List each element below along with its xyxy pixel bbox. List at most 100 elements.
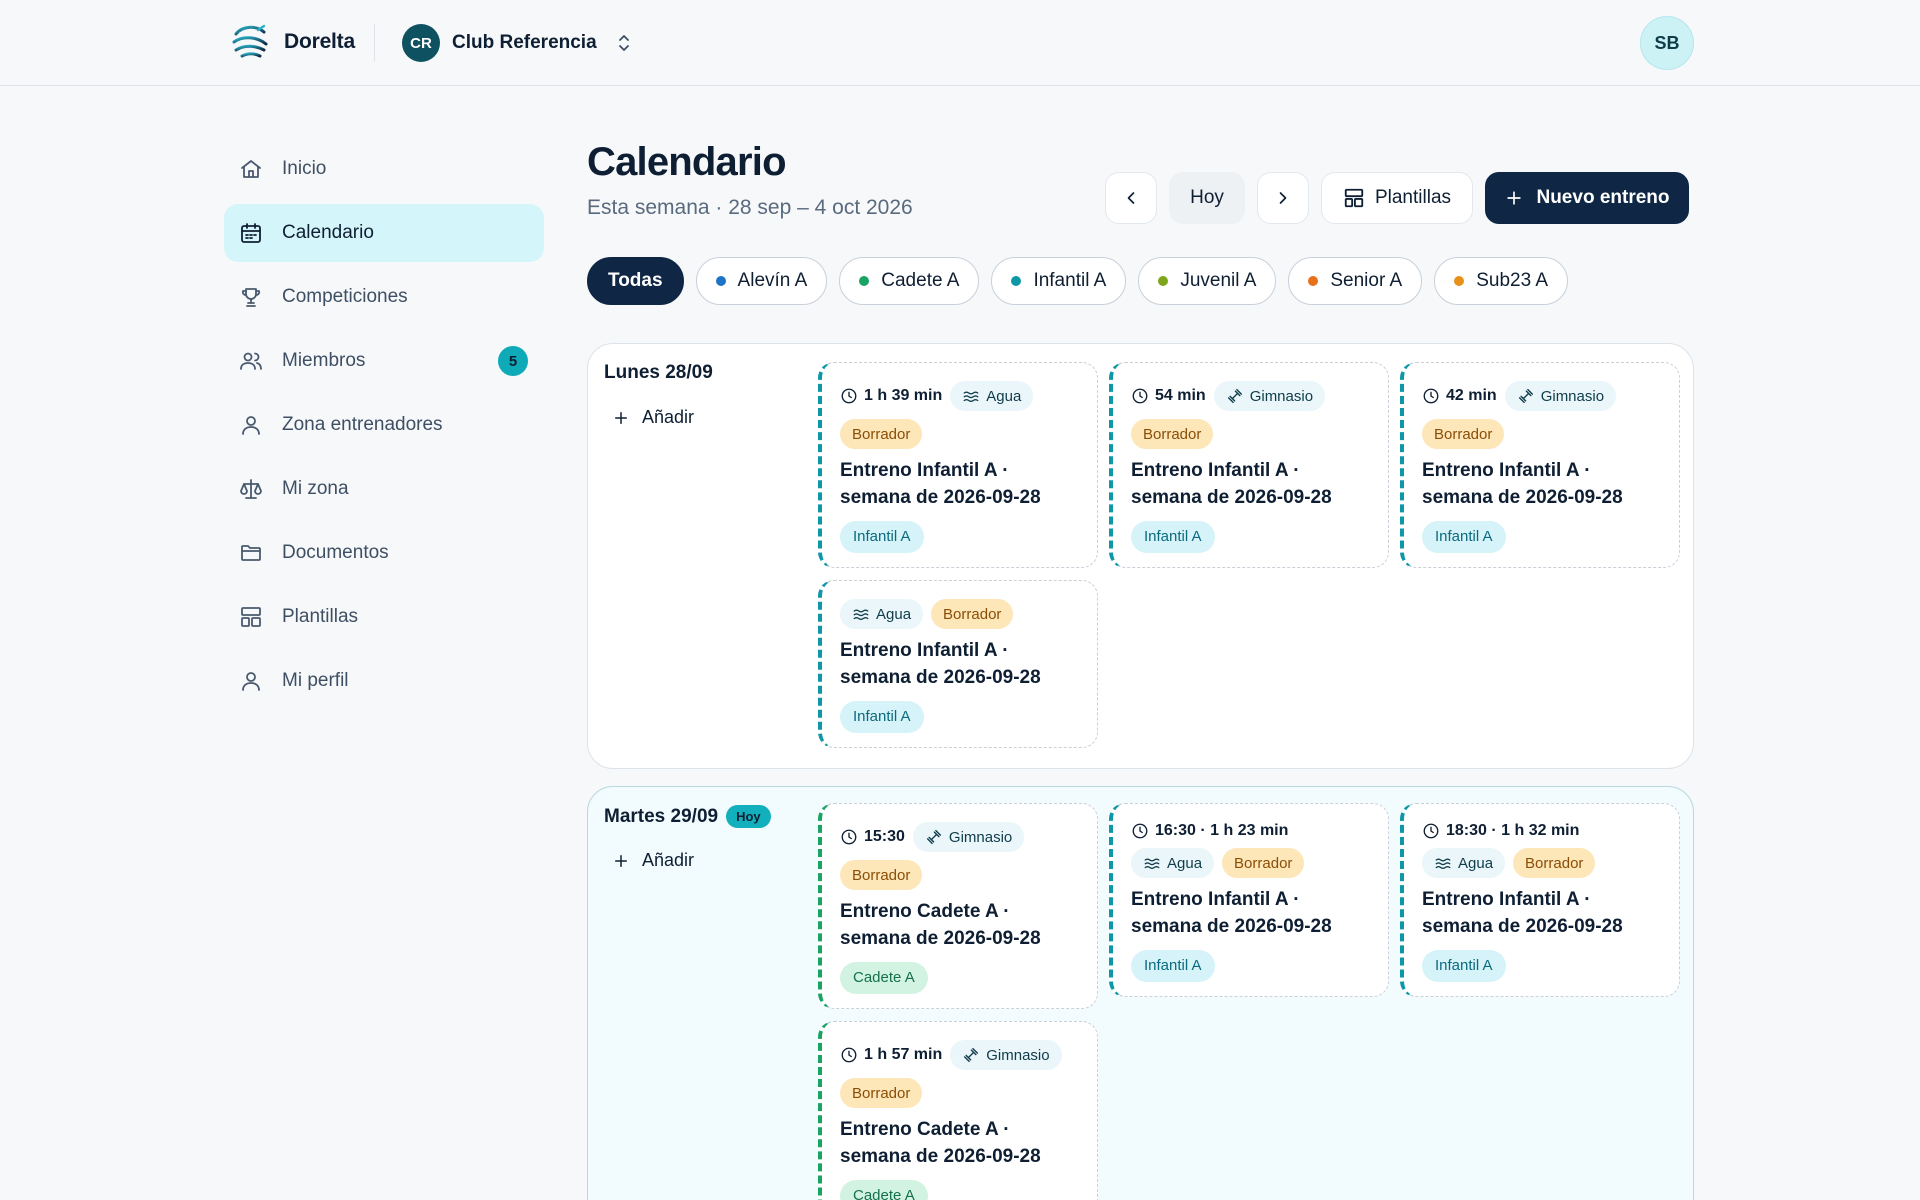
filter-chip-infantil-a[interactable]: Infantil A — [991, 257, 1127, 305]
sidebar-item-label: Miembros — [282, 350, 366, 371]
team-tag: Infantil A — [1131, 950, 1215, 982]
training-card[interactable]: 54 min Gimnasio Borrador Entreno Infanti… — [1109, 362, 1389, 568]
filter-chip-juvenil-a[interactable]: Juvenil A — [1138, 257, 1277, 305]
card-title: Entreno Infantil A · semana de 2026-09-2… — [1422, 460, 1623, 508]
next-week-button[interactable] — [1257, 172, 1309, 224]
sidebar-item-competiciones[interactable]: Competiciones — [224, 268, 544, 326]
templates-button-label: Plantillas — [1374, 187, 1452, 208]
status-badge: Borrador — [840, 419, 923, 449]
time-duration: 16:30 · 1 h 23 min — [1131, 822, 1288, 840]
club-switcher[interactable]: CR Club Referencia — [402, 24, 633, 62]
sidebar-item-inicio[interactable]: Inicio — [224, 140, 544, 198]
status-badge: Borrador — [931, 599, 1014, 629]
filter-chip-todas[interactable]: Todas — [587, 257, 684, 305]
team-tag: Infantil A — [1422, 950, 1506, 982]
filter-chip-senior-a[interactable]: Senior A — [1288, 257, 1423, 305]
today-badge: Hoy — [726, 805, 771, 828]
clock-icon — [840, 1046, 858, 1064]
filter-chip-label: Senior A — [1330, 270, 1403, 291]
chevron-right-icon — [1279, 192, 1287, 204]
clock-icon — [840, 387, 858, 405]
sidebar-item-documentos[interactable]: Documentos — [224, 524, 544, 582]
dumbbell-icon — [925, 828, 943, 846]
coach-icon — [238, 412, 264, 438]
training-card[interactable]: 18:30 · 1 h 32 min Agua Borrador Entreno… — [1400, 803, 1680, 997]
users-icon — [238, 348, 264, 374]
scale-icon — [238, 476, 264, 502]
clock-icon — [1422, 387, 1440, 405]
add-training-button[interactable]: Añadir — [612, 407, 694, 428]
water-icon — [1434, 854, 1452, 872]
start-time: 15:30 — [840, 828, 905, 846]
team-tag: Infantil A — [1422, 521, 1506, 553]
training-card[interactable]: Agua Borrador Entreno Infantil A · seman… — [818, 580, 1098, 748]
team-tag: Infantil A — [1131, 521, 1215, 553]
sidebar-item-plantillas[interactable]: Plantillas — [224, 588, 544, 646]
trophy-icon — [238, 284, 264, 310]
filter-chip-cadete-a[interactable]: Cadete A — [839, 257, 980, 305]
sidebar-item-mi-perfil[interactable]: Mi perfil — [224, 652, 544, 710]
add-training-button[interactable]: Añadir — [612, 850, 694, 871]
day-panel-martes: Martes 29/09 Hoy Añadir 15:30 Gimnasio B… — [587, 786, 1694, 1200]
filter-chip-alevin-a[interactable]: Alevín A — [695, 257, 828, 305]
plus-icon — [615, 854, 627, 867]
sidebar-item-zona-entrenadores[interactable]: Zona entrenadores — [224, 396, 544, 454]
clock-icon — [1131, 387, 1149, 405]
location-pill: Agua — [1422, 848, 1506, 878]
location-pill: Agua — [840, 599, 924, 629]
training-card[interactable]: 1 h 39 min Agua Borrador Entreno Infanti… — [818, 362, 1098, 568]
location-pill: Gimnasio — [1504, 381, 1617, 411]
card-title: Entreno Infantil A · semana de 2026-09-2… — [1131, 460, 1332, 508]
team-tag: Cadete A — [840, 962, 928, 994]
team-color-dot — [1454, 276, 1465, 286]
card-title: Entreno Cadete A · semana de 2026-09-28 — [840, 901, 1041, 949]
brand-logo-icon — [232, 24, 268, 58]
duration: 1 h 39 min — [840, 387, 942, 405]
sidebar-item-mi-zona[interactable]: Mi zona — [224, 460, 544, 518]
sidebar-item-label: Mi perfil — [282, 670, 349, 691]
team-color-dot — [1158, 276, 1169, 286]
members-count-badge: 5 — [498, 346, 528, 376]
sidebar-item-calendario[interactable]: Calendario — [224, 204, 544, 262]
location-pill: Gimnasio — [1213, 381, 1326, 411]
divider — [374, 24, 375, 62]
training-card[interactable]: 15:30 Gimnasio Borrador Entreno Cadete A… — [818, 803, 1098, 1009]
filter-chip-sub23-a[interactable]: Sub23 A — [1434, 257, 1569, 305]
add-training-label: Añadir — [642, 850, 695, 870]
time-duration: 18:30 · 1 h 32 min — [1422, 822, 1579, 840]
sidebar-item-miembros[interactable]: Miembros 5 — [224, 332, 544, 390]
user-avatar[interactable]: SB — [1640, 16, 1694, 70]
day-header: Martes 29/09 Hoy — [604, 805, 771, 828]
training-card[interactable]: 42 min Gimnasio Borrador Entreno Infanti… — [1400, 362, 1680, 568]
folder-icon — [238, 540, 264, 566]
location-pill: Gimnasio — [912, 822, 1025, 852]
home-icon — [238, 156, 264, 182]
layout-icon — [1344, 188, 1364, 208]
plus-icon — [1507, 191, 1522, 205]
sidebar-item-label: Calendario — [282, 222, 374, 243]
team-tag: Infantil A — [840, 701, 924, 733]
sidebar: Inicio Calendario Competiciones Miembros… — [224, 140, 544, 716]
filter-chip-label: Todas — [608, 270, 663, 291]
filter-chip-label: Alevín A — [737, 270, 808, 291]
chevron-left-icon — [1127, 192, 1135, 204]
templates-button[interactable]: Plantillas — [1321, 172, 1473, 224]
training-card[interactable]: 1 h 57 min Gimnasio Borrador Entreno Cad… — [818, 1021, 1098, 1200]
prev-week-button[interactable] — [1105, 172, 1157, 224]
filter-chip-label: Cadete A — [881, 270, 960, 291]
training-card[interactable]: 16:30 · 1 h 23 min Agua Borrador Entreno… — [1109, 803, 1389, 997]
user-icon — [238, 668, 264, 694]
status-badge: Borrador — [1422, 419, 1505, 449]
chevron-up-down-icon — [618, 35, 629, 51]
today-button[interactable]: Hoy — [1169, 172, 1245, 224]
location-pill: Gimnasio — [950, 1040, 1062, 1070]
layout-icon — [238, 604, 264, 630]
brand[interactable]: Dorelta — [230, 22, 355, 62]
team-tag: Infantil A — [840, 521, 924, 553]
duration: 54 min — [1131, 387, 1206, 405]
toolbar: Hoy Plantillas Nuevo entreno — [1105, 172, 1689, 224]
new-training-button[interactable]: Nuevo entreno — [1485, 172, 1689, 224]
filter-chip-label: Sub23 A — [1476, 270, 1549, 291]
team-color-dot — [859, 276, 870, 286]
status-badge: Borrador — [840, 860, 923, 890]
